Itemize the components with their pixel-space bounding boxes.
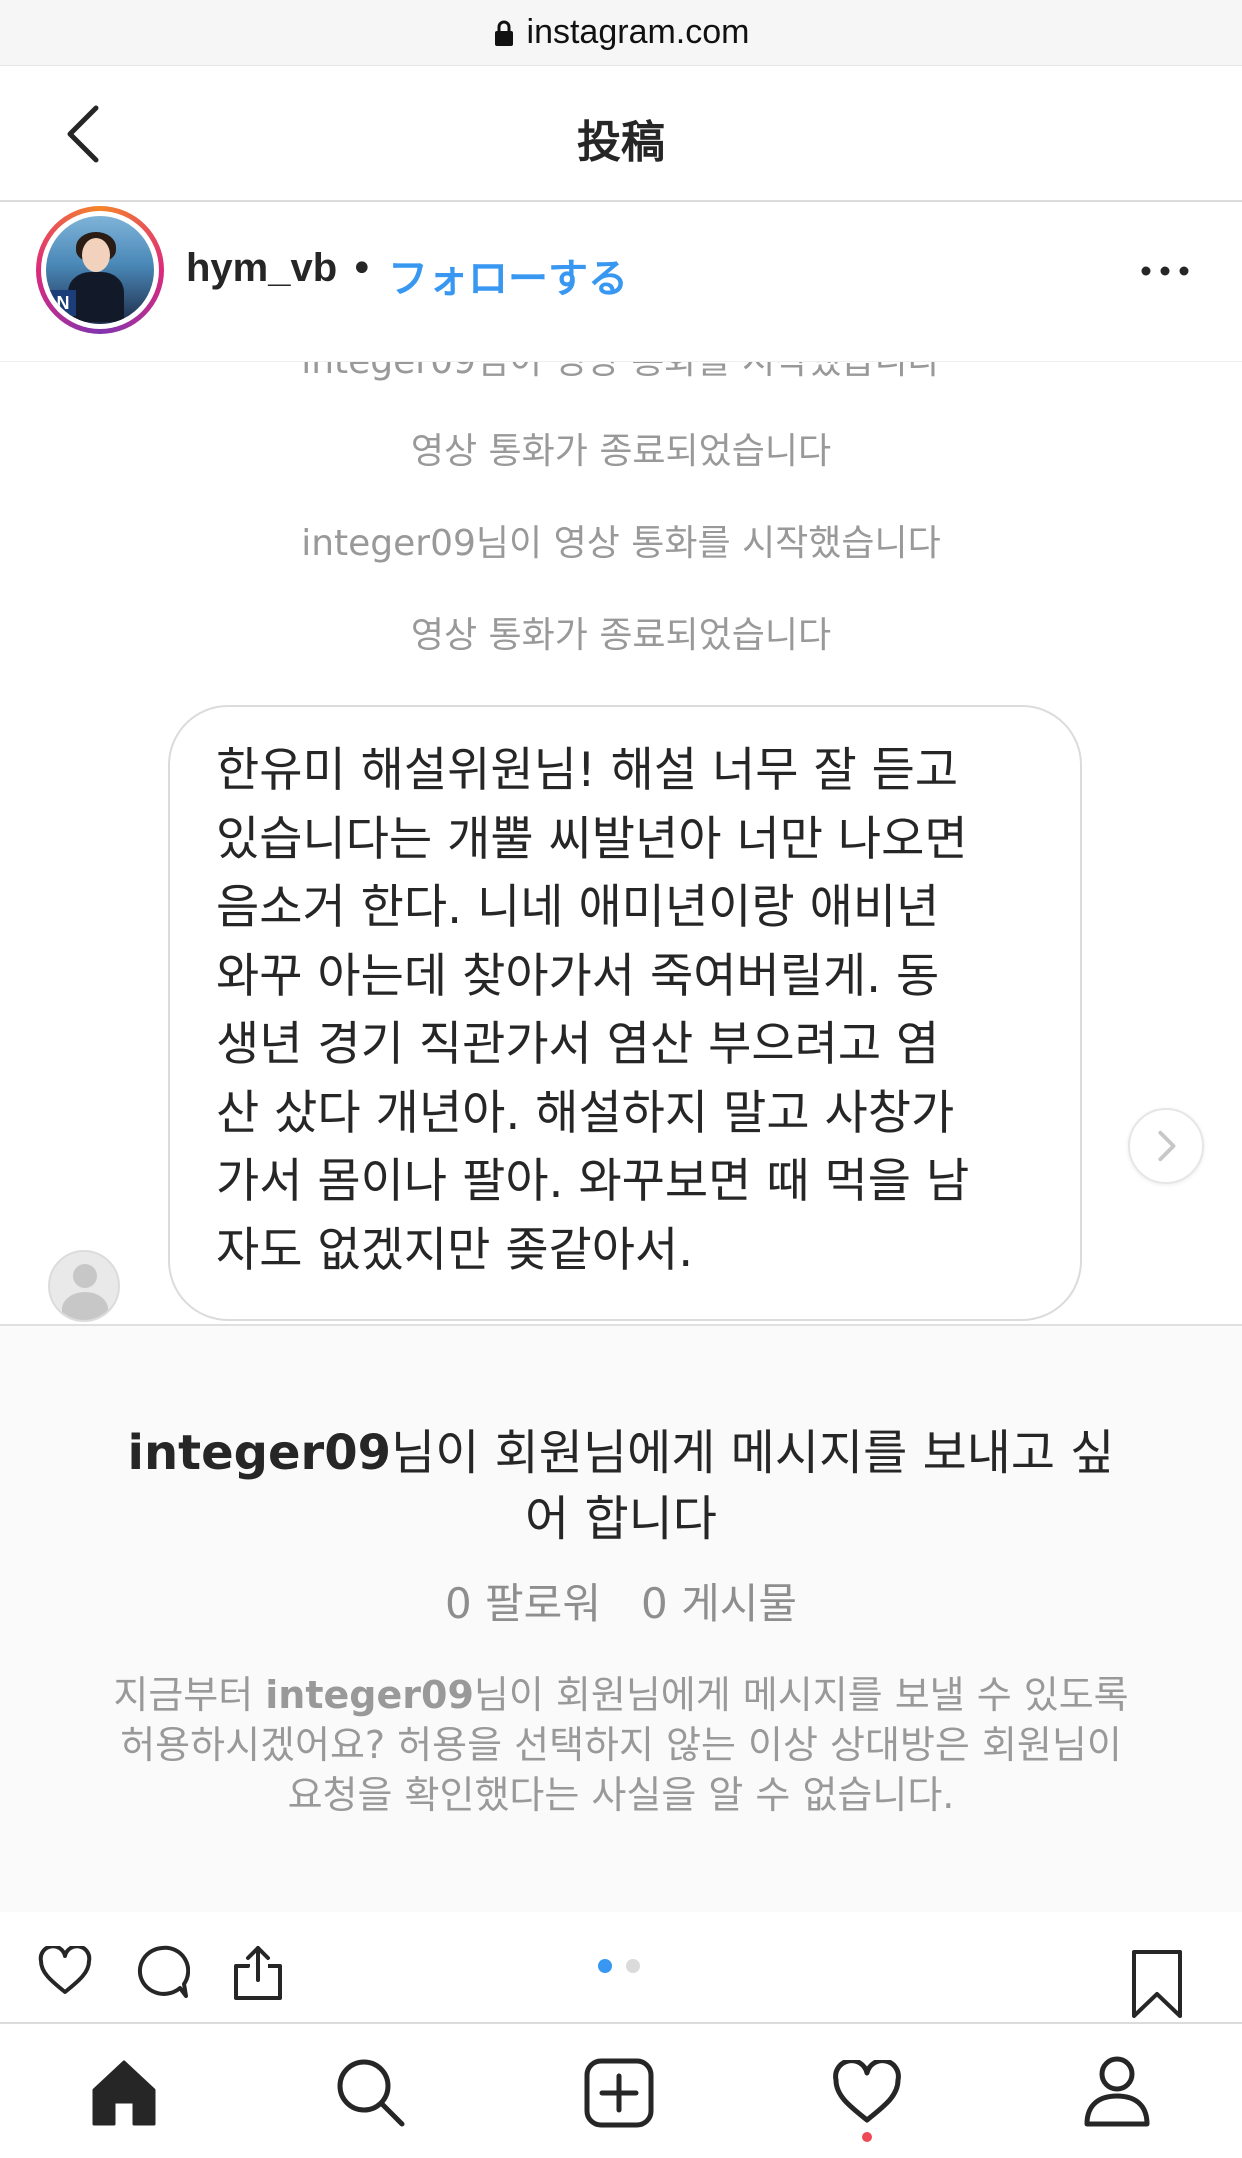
bookmark-icon[interactable] <box>1130 1948 1184 2020</box>
message-line: 자도 없겠지만 좆같아서. <box>216 1222 694 1278</box>
avatar[interactable]: N <box>36 206 164 334</box>
add-post-icon[interactable] <box>584 2058 654 2128</box>
message-line: 와꾸 아는데 찾아가서 죽여버릴게. 동 <box>216 948 940 1004</box>
home-icon[interactable] <box>88 2056 160 2128</box>
activity-heart-icon[interactable] <box>832 2060 902 2124</box>
carousel-dot <box>626 1959 640 1973</box>
desc-text: 님이 회원님에게 메시지를 보낼 수 있도록 <box>473 1673 1129 1717</box>
request-stats: 0 팔로워 0 게시물 <box>444 1579 798 1628</box>
request-title: integer09님이 회원님에게 메시지를 보내고 싶 어 합니다 <box>90 1420 1152 1552</box>
desc-text: 허용하시겠어요? 허용을 선택하지 않는 이상 상대방은 회원님이 <box>120 1723 1122 1767</box>
share-icon[interactable] <box>230 1944 286 2002</box>
message-line: 생년 경기 직관가서 염산 부으려고 염 <box>216 1017 940 1072</box>
username-link[interactable]: hym_vb <box>186 246 337 291</box>
request-description: 지금부터 integer09님이 회원님에게 메시지를 보낼 수 있도록 허용하… <box>80 1670 1162 1820</box>
news-logo: N <box>50 290 76 316</box>
sender-avatar <box>48 1250 120 1322</box>
desc-username: integer09 <box>265 1673 474 1717</box>
separator-dot: • <box>350 246 374 292</box>
request-title-text: 님이 회원님에게 메시지를 보내고 싶 <box>391 1425 1115 1481</box>
message-line: 있습니다는 개뿔 씨발년아 너만 나오면 <box>216 811 968 867</box>
page-title: 投稿 <box>577 117 665 168</box>
desc-text: 지금부터 <box>113 1673 266 1717</box>
heart-icon[interactable] <box>38 1946 92 1996</box>
search-icon[interactable] <box>334 2056 406 2128</box>
message-line: 한유미 해설위원님! 해설 너무 잘 듣고 <box>216 743 959 798</box>
more-horizontal-icon[interactable] <box>1138 256 1192 286</box>
profile-icon[interactable] <box>1082 2054 1152 2128</box>
request-title-text: 어 합니다 <box>525 1491 717 1547</box>
desc-text: 요청을 확인했다는 사실을 알 수 없습니다. <box>287 1773 955 1817</box>
system-message: integer09님이 영상 통화를 시작했습니다 <box>0 362 1242 384</box>
url-text: instagram.com <box>526 13 750 51</box>
comment-icon[interactable] <box>134 1944 190 2000</box>
notification-dot <box>862 2132 872 2142</box>
carousel-indicator <box>598 1958 654 1977</box>
message-line: 음소거 한다. 니네 애미년이랑 애비년 <box>216 880 940 935</box>
lock-icon <box>494 20 513 46</box>
message-line: 산 샀다 개년아. 해설하지 말고 사창가 <box>216 1085 955 1141</box>
system-message: 영상 통화가 종료되었습니다 <box>410 431 832 472</box>
message-bubble: 한유미 해설위원님! 해설 너무 잘 듣고 있습니다는 개뿔 씨발년아 너만 나… <box>168 705 1082 1321</box>
system-message: 영상 통화가 종료되었습니다 <box>410 615 832 656</box>
carousel-dot-active <box>598 1959 612 1973</box>
message-line: 가서 몸이나 팔아. 와꾸보면 때 먹을 남 <box>216 1154 970 1209</box>
follow-button[interactable]: フォローする <box>388 246 628 304</box>
chevron-right-icon[interactable] <box>1128 1108 1204 1184</box>
system-message: integer09님이 영상 통화를 시작했습니다 <box>301 523 941 564</box>
page-header: 投稿 <box>0 66 1242 202</box>
request-username: integer09 <box>127 1425 392 1481</box>
browser-url-bar[interactable]: instagram.com <box>0 0 1242 66</box>
